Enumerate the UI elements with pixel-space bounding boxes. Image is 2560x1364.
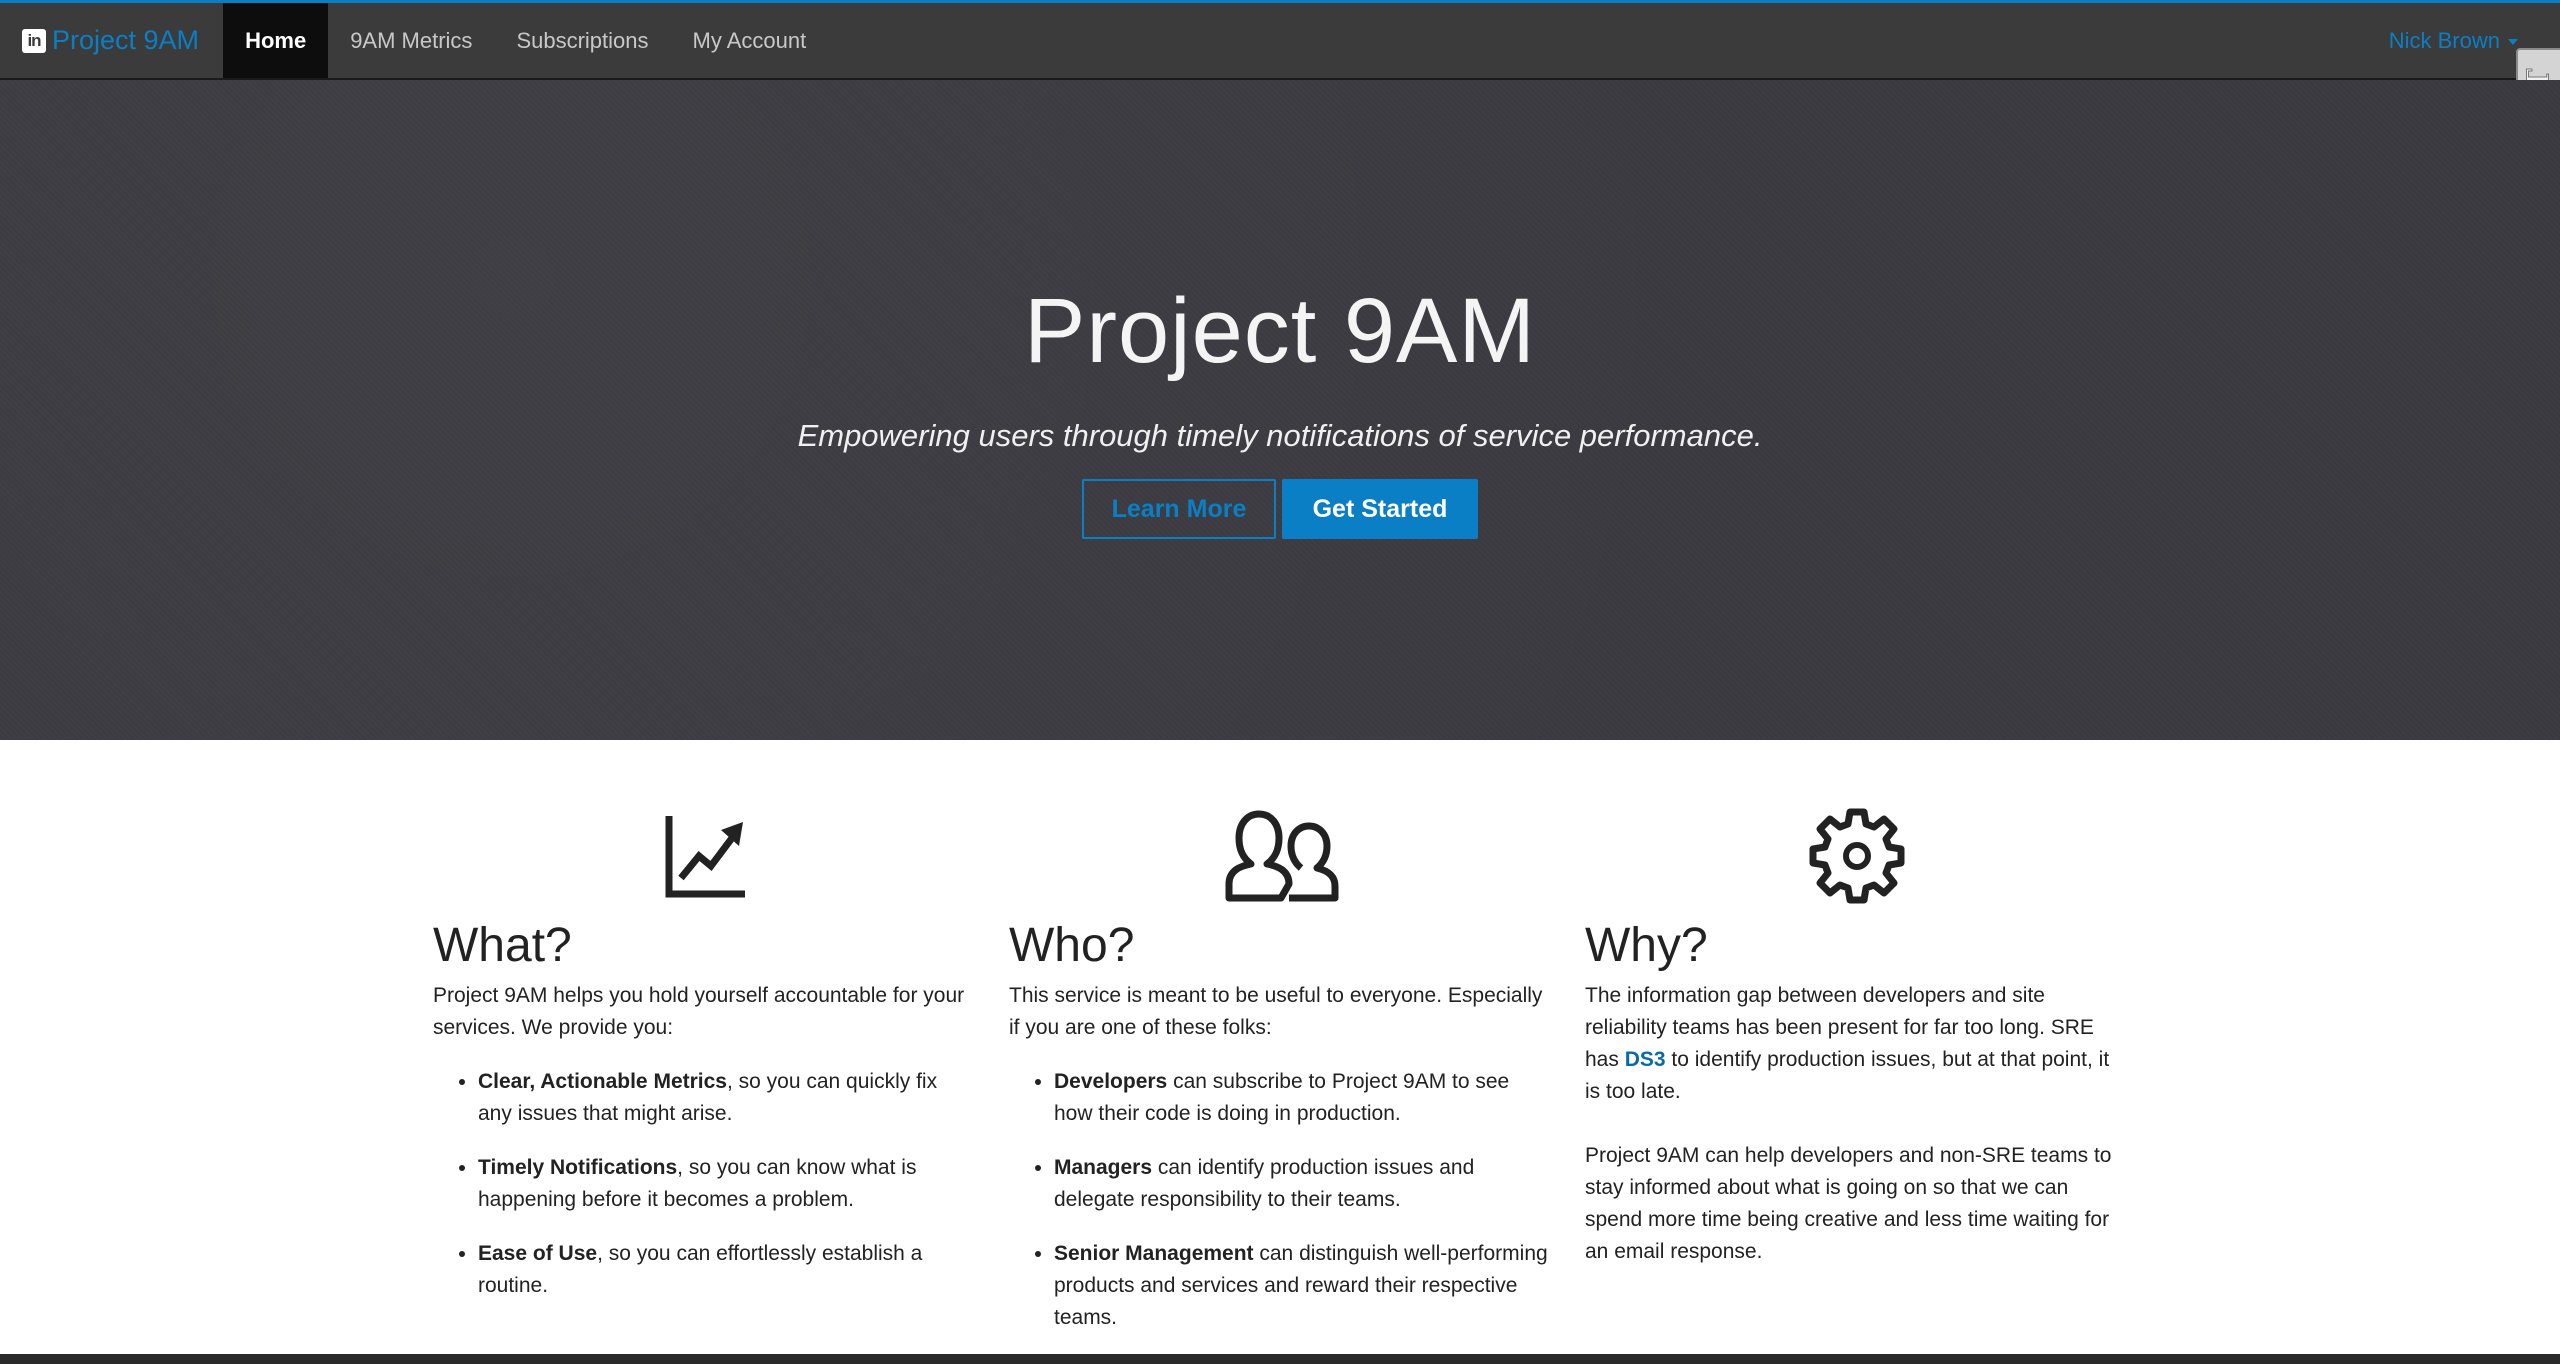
learn-more-button[interactable]: Learn More xyxy=(1082,479,1276,539)
what-body: Project 9AM helps you hold yourself acco… xyxy=(433,980,973,1324)
hero-subtitle: Empowering users through timely notifica… xyxy=(797,418,1763,453)
list-item: Senior Management can distinguish well-p… xyxy=(1054,1238,1549,1334)
user-menu-dropdown[interactable]: Nick Brown xyxy=(2389,3,2518,78)
brand-name: Project 9AM xyxy=(52,25,200,55)
who-list: Developers can subscribe to Project 9AM … xyxy=(1009,1066,1549,1334)
list-item: Managers can identify production issues … xyxy=(1054,1152,1549,1216)
hero-section: Project 9AM Empowering users through tim… xyxy=(0,80,2560,740)
hero-title: Project 9AM xyxy=(1023,280,1537,382)
users-icon xyxy=(1225,810,1339,902)
user-name: Nick Brown xyxy=(2388,27,2500,53)
nav-item-my-account[interactable]: My Account xyxy=(671,3,829,78)
what-list: Clear, Actionable Metrics, so you can qu… xyxy=(433,1066,973,1302)
list-item-bold: Ease of Use xyxy=(478,1242,598,1265)
why-body: The information gap between developers a… xyxy=(1585,980,2125,1268)
who-heading: Who? xyxy=(1009,919,1135,972)
gear-icon xyxy=(1809,808,1905,904)
nav-item-9am-metrics[interactable]: 9AM Metrics xyxy=(328,3,494,78)
get-started-button[interactable]: Get Started xyxy=(1282,479,1478,539)
bottom-bar xyxy=(0,1354,2560,1364)
brand-link[interactable]: in Project 9AM xyxy=(0,3,223,78)
linkedin-logo-icon: in xyxy=(22,28,46,53)
list-item-bold: Timely Notifications xyxy=(478,1156,678,1179)
list-item: Developers can subscribe to Project 9AM … xyxy=(1054,1066,1549,1130)
list-item: Clear, Actionable Metrics, so you can qu… xyxy=(478,1066,973,1130)
who-body: This service is meant to be useful to ev… xyxy=(1009,980,1549,1356)
why-heading: Why? xyxy=(1585,919,1708,972)
top-navbar: in Project 9AM Home 9AM Metrics Subscrip… xyxy=(0,0,2560,80)
ds3-link[interactable]: DS3 xyxy=(1625,1048,1666,1071)
list-item: Timely Notifications, so you can know wh… xyxy=(478,1152,973,1216)
why-paragraph-2: Project 9AM can help developers and non-… xyxy=(1585,1144,2112,1263)
list-item-bold: Senior Management xyxy=(1054,1242,1254,1265)
what-intro: Project 9AM helps you hold yourself acco… xyxy=(433,984,965,1039)
list-item-bold: Managers xyxy=(1054,1156,1153,1179)
caret-down-icon xyxy=(2508,39,2518,45)
chart-trend-icon xyxy=(665,816,745,898)
nav-item-home[interactable]: Home xyxy=(223,3,329,78)
nav-item-subscriptions[interactable]: Subscriptions xyxy=(494,3,670,78)
list-item-bold: Clear, Actionable Metrics xyxy=(478,1070,727,1093)
hero-buttons: Learn More Get Started xyxy=(0,479,2560,539)
what-heading: What? xyxy=(433,919,572,972)
why-paragraph-1: The information gap between developers a… xyxy=(1585,980,2125,1108)
features-section: What? Project 9AM helps you hold yoursel… xyxy=(0,740,2560,1354)
who-intro: This service is meant to be useful to ev… xyxy=(1009,984,1543,1039)
list-item: Ease of Use, so you can effortlessly est… xyxy=(478,1238,973,1302)
list-item-bold: Developers xyxy=(1054,1070,1168,1093)
